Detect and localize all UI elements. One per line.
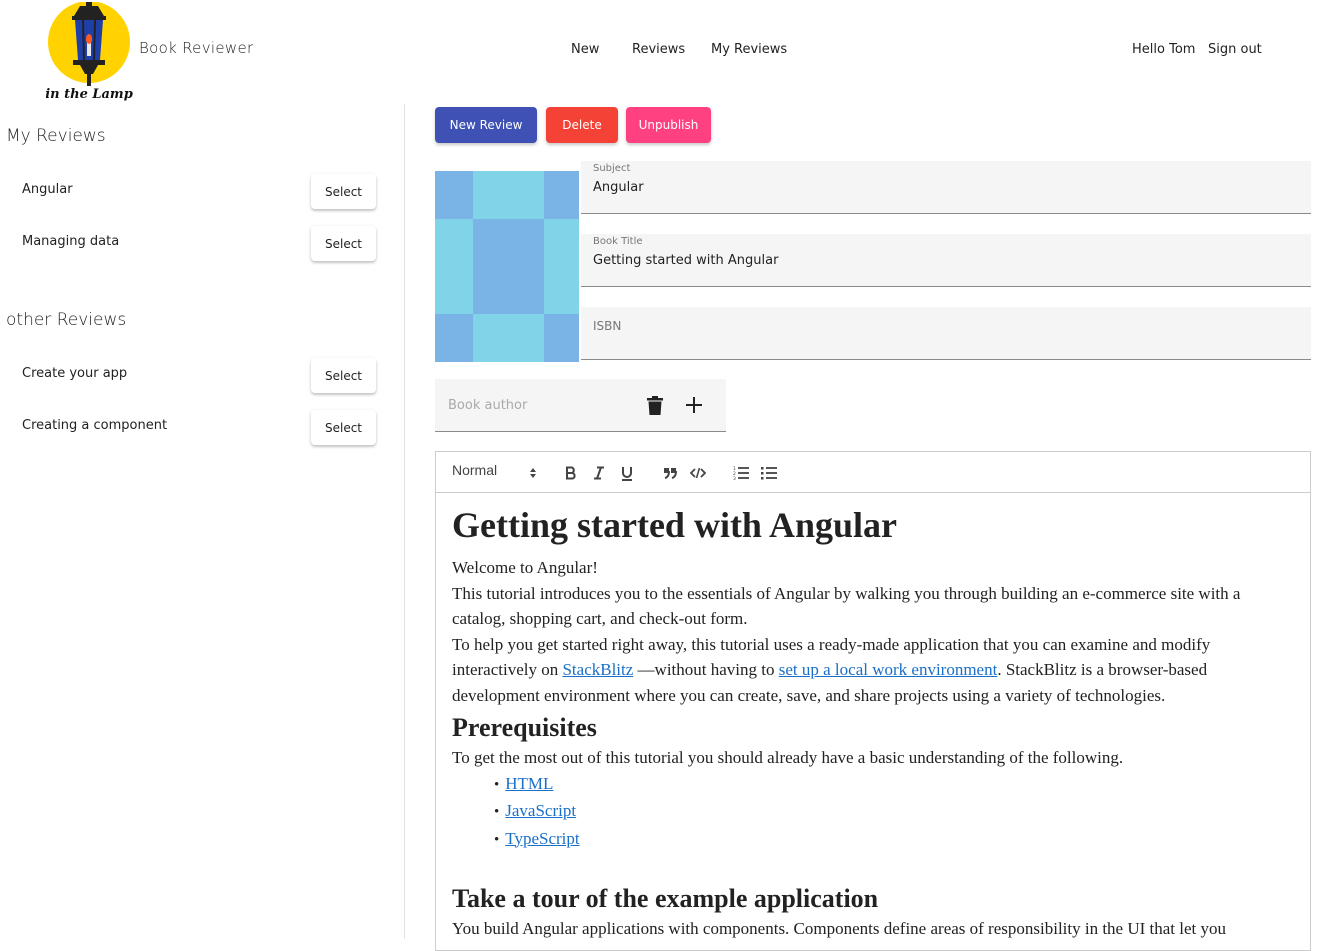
format-select[interactable]: Normal bbox=[452, 462, 542, 484]
select-arrows-icon bbox=[530, 468, 536, 478]
app-header: in the Lamp Book Reviewer New Reviews My… bbox=[0, 0, 1326, 104]
content-paragraph: You build Angular applications with comp… bbox=[452, 919, 1227, 938]
code-icon bbox=[690, 467, 706, 479]
book-title-input[interactable] bbox=[593, 253, 1293, 268]
review-label: Creating a component bbox=[22, 418, 168, 433]
subject-field: Subject bbox=[581, 161, 1311, 214]
book-cover-image[interactable] bbox=[435, 171, 579, 362]
bold-button[interactable] bbox=[559, 462, 583, 484]
content-heading: Getting started with Angular bbox=[452, 505, 897, 545]
svg-text:3: 3 bbox=[733, 476, 736, 480]
stackblitz-link[interactable]: StackBlitz bbox=[562, 660, 633, 679]
local-environment-link[interactable]: set up a local work environment bbox=[779, 660, 998, 679]
book-title-field: Book Title bbox=[581, 234, 1311, 287]
select-button[interactable]: Select bbox=[311, 358, 376, 393]
blockquote-button[interactable] bbox=[658, 462, 682, 484]
tour-heading: Take a tour of the example application bbox=[452, 884, 879, 913]
list-item: TypeScript bbox=[505, 826, 1297, 854]
review-label: Angular bbox=[22, 182, 73, 197]
select-button[interactable]: Select bbox=[311, 226, 376, 261]
sidebar: My Reviews Angular Select Managing data … bbox=[0, 104, 405, 939]
prerequisites-list: HTML JavaScript TypeScript bbox=[452, 771, 1297, 854]
unpublish-button[interactable]: Unpublish bbox=[626, 107, 711, 143]
typescript-link[interactable]: TypeScript bbox=[505, 829, 579, 848]
delete-button[interactable]: Delete bbox=[546, 107, 618, 143]
editor-toolbar: Normal 1 2 3 bbox=[436, 452, 1310, 493]
user-greeting: Hello Tom bbox=[1132, 42, 1196, 57]
select-button[interactable]: Select bbox=[311, 410, 376, 445]
trash-icon[interactable] bbox=[641, 391, 669, 419]
subject-input[interactable] bbox=[593, 180, 1293, 195]
content-paragraph: To help you get started right away, this… bbox=[452, 632, 1297, 709]
underline-button[interactable] bbox=[615, 462, 639, 484]
list-item: Angular Select bbox=[0, 173, 405, 213]
content-paragraph: To get the most out of this tutorial you… bbox=[452, 748, 1124, 767]
book-title-label: Book Title bbox=[593, 236, 643, 247]
isbn-field: ISBN bbox=[581, 307, 1311, 360]
list-item: Creating a component Select bbox=[0, 409, 405, 449]
content-paragraph: This tutorial introduces you to the esse… bbox=[452, 583, 1241, 629]
plus-icon[interactable] bbox=[680, 391, 708, 419]
sign-out-link[interactable]: Sign out bbox=[1208, 42, 1262, 57]
list-item: Managing data Select bbox=[0, 225, 405, 265]
bullet-list-button[interactable] bbox=[757, 462, 781, 484]
bullet-list-icon bbox=[761, 467, 777, 480]
underline-icon bbox=[622, 466, 632, 481]
review-label: Managing data bbox=[22, 234, 120, 249]
nav-my-reviews[interactable]: My Reviews bbox=[711, 42, 787, 57]
format-select-value: Normal bbox=[452, 462, 498, 478]
my-reviews-title: My Reviews bbox=[6, 126, 106, 146]
nav-reviews[interactable]: Reviews bbox=[632, 42, 685, 57]
rich-text-editor: Normal 1 2 3 Getting started with Angula… bbox=[435, 451, 1311, 951]
prerequisites-heading: Prerequisites bbox=[452, 713, 597, 742]
italic-icon bbox=[594, 466, 604, 480]
isbn-input[interactable] bbox=[593, 326, 1293, 341]
quote-icon bbox=[664, 468, 677, 479]
review-label: Create your app bbox=[22, 366, 128, 381]
top-nav: New Reviews My Reviews Hello Tom Sign ou… bbox=[0, 42, 1326, 62]
javascript-link[interactable]: JavaScript bbox=[505, 801, 576, 820]
ordered-list-button[interactable]: 1 2 3 bbox=[729, 462, 753, 484]
editor-content[interactable]: Getting started with Angular Welcome to … bbox=[452, 504, 1297, 942]
book-author-input[interactable] bbox=[448, 398, 638, 413]
bold-icon bbox=[566, 466, 576, 480]
other-reviews-title: other Reviews bbox=[6, 310, 127, 330]
list-item: HTML bbox=[505, 771, 1297, 799]
italic-button[interactable] bbox=[587, 462, 611, 484]
new-review-button[interactable]: New Review bbox=[435, 107, 537, 143]
code-block-button[interactable] bbox=[686, 462, 710, 484]
select-button[interactable]: Select bbox=[311, 174, 376, 209]
ordered-list-icon: 1 2 3 bbox=[733, 466, 749, 480]
logo-caption: in the Lamp bbox=[46, 87, 133, 102]
subject-label: Subject bbox=[593, 163, 631, 174]
book-author-field bbox=[435, 379, 726, 432]
nav-new[interactable]: New bbox=[571, 42, 599, 57]
list-item: JavaScript bbox=[505, 798, 1297, 826]
content-paragraph: Welcome to Angular! bbox=[452, 558, 598, 577]
html-link[interactable]: HTML bbox=[505, 774, 553, 793]
list-item: Create your app Select bbox=[0, 357, 405, 397]
text-run: —without having to bbox=[633, 660, 779, 679]
